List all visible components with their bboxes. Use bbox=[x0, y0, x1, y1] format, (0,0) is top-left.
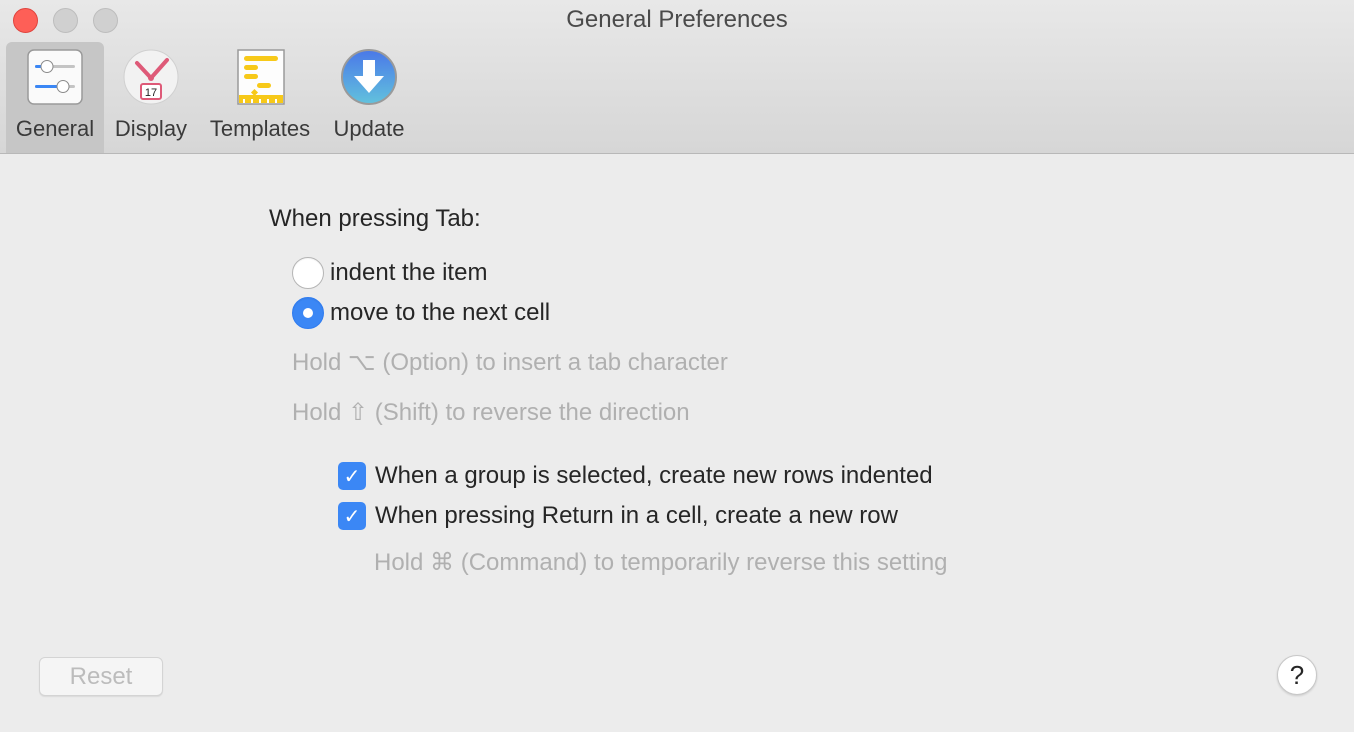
preferences-content: When pressing Tab: indent the item move … bbox=[0, 155, 1354, 732]
toolbar-tab-label: Templates bbox=[209, 116, 311, 141]
checkbox-label: When pressing Return in a cell, create a… bbox=[375, 502, 898, 529]
radio-label: indent the item bbox=[330, 259, 488, 286]
radio-move-next-cell[interactable]: move to the next cell bbox=[292, 297, 550, 329]
toolbar-tab-update[interactable]: Update bbox=[326, 42, 412, 153]
checkmark-icon[interactable]: ✓ bbox=[338, 462, 366, 490]
toolbar-tab-label: Update bbox=[333, 116, 405, 141]
shift-key-hint: Hold ⇧ (Shift) to reverse the direction bbox=[292, 399, 690, 426]
reset-button[interactable]: Reset bbox=[39, 657, 163, 696]
command-key-hint: Hold ⌘ (Command) to temporarily reverse … bbox=[374, 549, 948, 576]
sliders-icon bbox=[26, 48, 84, 106]
checkbox-group-indent[interactable]: ✓ When a group is selected, create new r… bbox=[338, 462, 933, 490]
toolbar-tab-label: Display bbox=[114, 116, 188, 141]
radio-button-selected[interactable] bbox=[292, 297, 324, 329]
radio-label: move to the next cell bbox=[330, 299, 551, 326]
radio-indent-item[interactable]: indent the item bbox=[292, 257, 487, 289]
option-key-hint: Hold ⌥ (Option) to insert a tab characte… bbox=[292, 349, 728, 376]
toolbar-tab-label: General bbox=[15, 116, 95, 141]
window-title: General Preferences bbox=[566, 6, 788, 33]
checkbox-label: When a group is selected, create new row… bbox=[375, 462, 933, 489]
checkmark-icon[interactable]: ✓ bbox=[338, 502, 366, 530]
toolbar-tab-display[interactable]: 17 Display bbox=[108, 42, 194, 153]
gantt-template-icon bbox=[231, 48, 289, 106]
calendar-day-text: 17 bbox=[145, 87, 157, 99]
tab-behavior-label: When pressing Tab: bbox=[269, 205, 481, 232]
checkbox-return-new-row[interactable]: ✓ When pressing Return in a cell, create… bbox=[338, 502, 898, 530]
radio-button[interactable] bbox=[292, 257, 324, 289]
title-bar: General Preferences General 17 Display T… bbox=[0, 0, 1354, 154]
toolbar-tab-general[interactable]: General bbox=[6, 42, 104, 153]
download-arrow-icon bbox=[340, 48, 398, 106]
clock-calendar-icon: 17 bbox=[122, 48, 180, 106]
toolbar-tab-templates[interactable]: Templates bbox=[204, 42, 316, 153]
help-button[interactable]: ? bbox=[1277, 655, 1317, 695]
